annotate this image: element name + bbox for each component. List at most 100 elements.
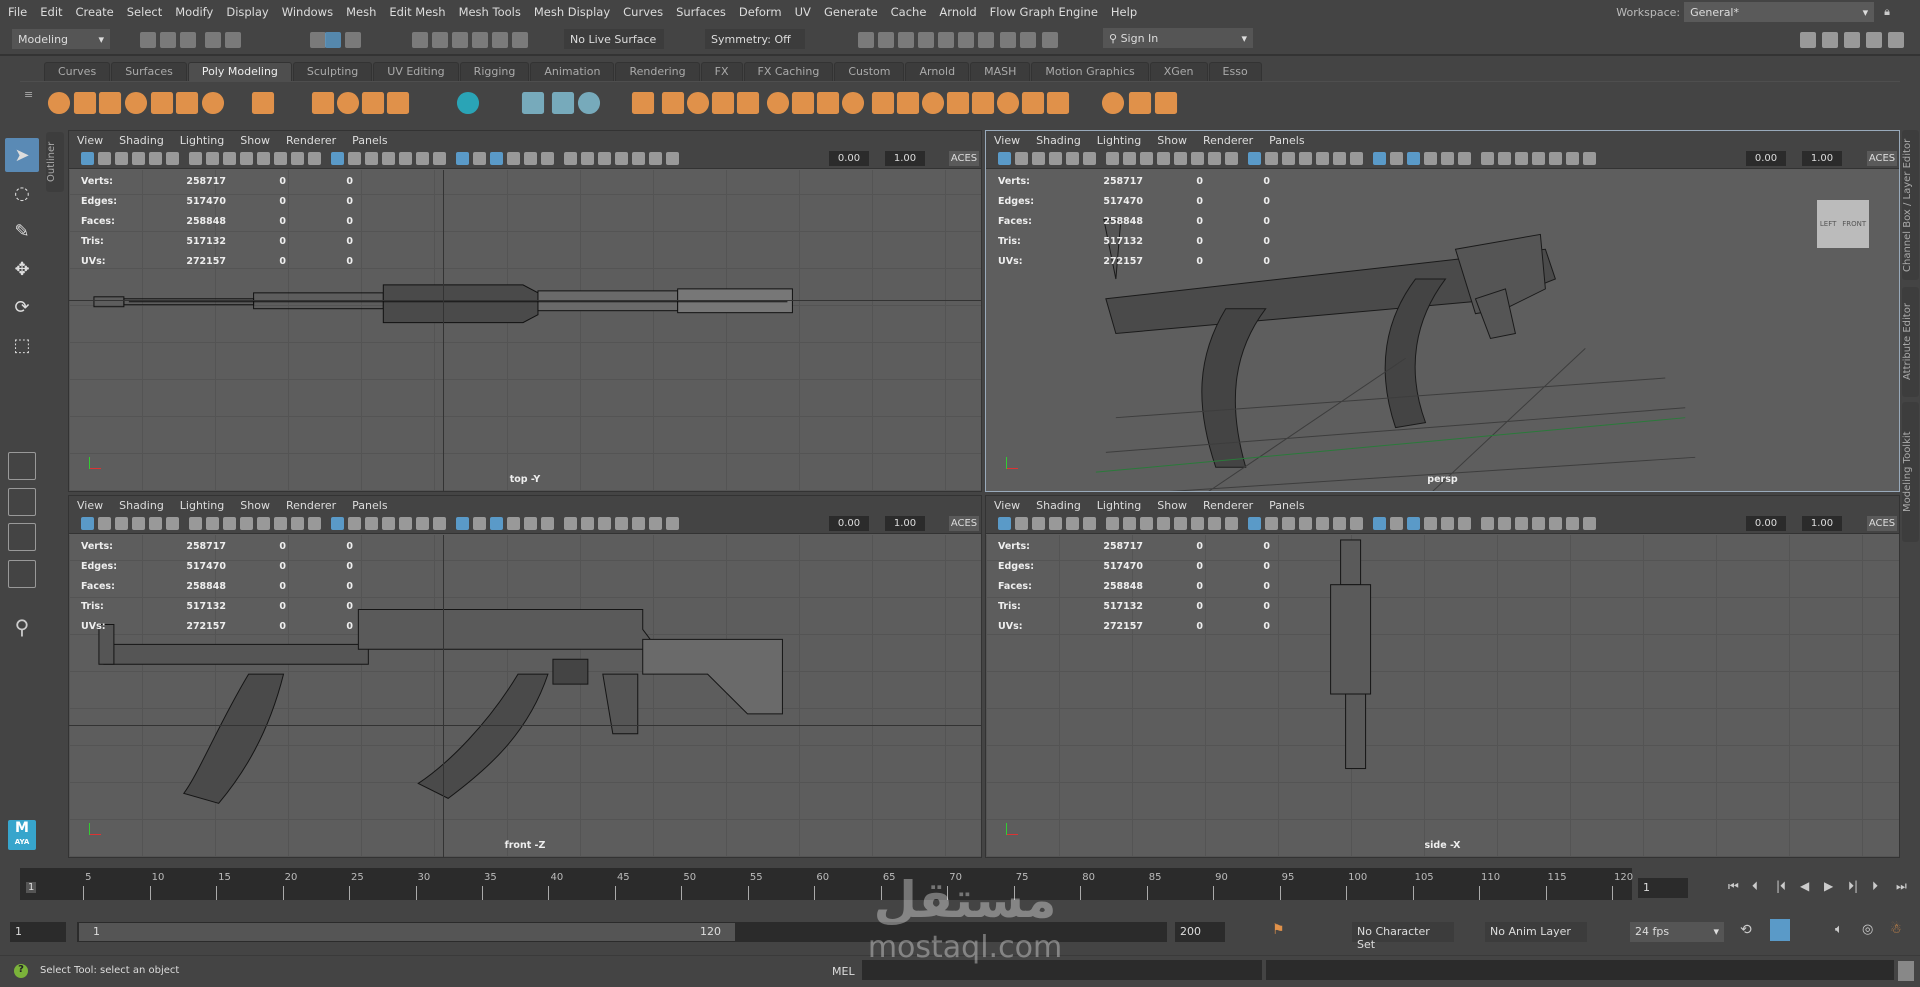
colorspace-button[interactable]: ACES: [1867, 516, 1897, 531]
panel-tool-icon[interactable]: [1106, 152, 1119, 165]
panel-tool-icon[interactable]: [1015, 152, 1028, 165]
panel-tool-icon[interactable]: [1225, 517, 1238, 530]
panel-tool-icon[interactable]: [1140, 517, 1153, 530]
panel-tool-icon[interactable]: [206, 517, 219, 530]
status-tool-icon[interactable]: [918, 32, 934, 48]
panel-tool-icon[interactable]: [291, 152, 304, 165]
type-grid-icon[interactable]: [456, 91, 480, 115]
panel-tool-icon[interactable]: [1498, 152, 1511, 165]
exposure-field[interactable]: 0.00: [1746, 516, 1786, 531]
panel-menu-renderer[interactable]: Renderer: [1203, 499, 1253, 512]
panel-menu-lighting[interactable]: Lighting: [180, 499, 224, 512]
boolean-icon[interactable]: [711, 91, 735, 115]
status-tool-icon[interactable]: [878, 32, 894, 48]
shelf-tab-arnold[interactable]: Arnold: [905, 62, 970, 81]
panel-tool-icon[interactable]: [1248, 152, 1261, 165]
anim-layer-dropdown[interactable]: No Anim Layer: [1485, 922, 1587, 942]
panel-tool-icon[interactable]: [1066, 517, 1079, 530]
human-ik-icon[interactable]: [1822, 32, 1838, 48]
status-tool-icon[interactable]: [978, 32, 994, 48]
panel-menu-shading[interactable]: Shading: [119, 499, 164, 512]
menu-edit[interactable]: Edit: [40, 5, 62, 19]
range-slider-handle[interactable]: 1 120: [79, 923, 735, 941]
menu-edit-mesh[interactable]: Edit Mesh: [389, 5, 445, 19]
move-tool[interactable]: ✥: [5, 252, 39, 286]
insert-loop-icon[interactable]: [1046, 91, 1070, 115]
panel-tool-icon[interactable]: [1174, 152, 1187, 165]
exposure-field[interactable]: 0.00: [1746, 151, 1786, 166]
panel-tool-icon[interactable]: [598, 517, 611, 530]
super-shape-icon[interactable]: [311, 91, 335, 115]
viewport-canvas[interactable]: Verts: 258717 0 0 Edges: 517470 0 0 Faces: 258848…: [986, 535, 1899, 857]
four-pane-button[interactable]: [8, 488, 36, 516]
panel-tool-icon[interactable]: [507, 152, 520, 165]
menu-cache[interactable]: Cache: [891, 5, 927, 19]
panel-tool-icon[interactable]: [1123, 517, 1136, 530]
status-tool-icon[interactable]: [432, 32, 448, 48]
panel-menu-shading[interactable]: Shading: [1036, 134, 1081, 147]
panel-menu-view[interactable]: View: [994, 134, 1020, 147]
panel-tool-icon[interactable]: [1407, 517, 1420, 530]
character-set-dropdown[interactable]: No Character Set: [1352, 922, 1454, 951]
tab-channel-box-layer-editor[interactable]: Channel Box / Layer Editor: [1902, 130, 1919, 280]
search-icon[interactable]: ⚲: [5, 610, 39, 644]
panel-menu-show[interactable]: Show: [240, 134, 270, 147]
panel-tool-icon[interactable]: [98, 152, 111, 165]
panel-tool-icon[interactable]: [615, 152, 628, 165]
panel-tool-icon[interactable]: [541, 152, 554, 165]
panel-tool-icon[interactable]: [1157, 517, 1170, 530]
status-tool-icon[interactable]: [1020, 32, 1036, 48]
shelf-tab-mash[interactable]: MASH: [970, 62, 1031, 81]
status-tool-icon[interactable]: [1042, 32, 1058, 48]
status-tool-icon[interactable]: [938, 32, 954, 48]
panel-tool-icon[interactable]: [1424, 152, 1437, 165]
status-tool-icon[interactable]: [492, 32, 508, 48]
panel-tool-icon[interactable]: [1390, 517, 1403, 530]
step-back-frame-icon[interactable]: |⏴: [1776, 879, 1790, 893]
panel-tool-icon[interactable]: [1458, 152, 1471, 165]
cube-icon[interactable]: [73, 91, 97, 115]
mirror-icon[interactable]: [521, 91, 545, 115]
panel-tool-icon[interactable]: [81, 152, 94, 165]
panel-tool-icon[interactable]: [473, 152, 486, 165]
loop-icon[interactable]: ⟲: [1740, 922, 1752, 938]
panel-tool-icon[interactable]: [149, 152, 162, 165]
shelf-tab-rendering[interactable]: Rendering: [615, 62, 700, 81]
gamma-field[interactable]: 1.00: [1802, 516, 1842, 531]
animation-prefs-icon[interactable]: ◎: [1862, 922, 1873, 937]
shelf-tab-xgen[interactable]: XGen: [1149, 62, 1208, 81]
text-icon[interactable]: [361, 91, 385, 115]
sphere-icon[interactable]: [47, 91, 71, 115]
panel-tool-icon[interactable]: [1424, 517, 1437, 530]
status-tool-icon[interactable]: [310, 32, 326, 48]
panel-tool-icon[interactable]: [1032, 152, 1045, 165]
shelf-tab-motion-graphics[interactable]: Motion Graphics: [1031, 62, 1149, 81]
panel-tool-icon[interactable]: [433, 517, 446, 530]
menu-curves[interactable]: Curves: [623, 5, 663, 19]
panel-tool-icon[interactable]: [1481, 152, 1494, 165]
lasso-tool[interactable]: ◌: [5, 176, 39, 210]
panel-tool-icon[interactable]: [365, 517, 378, 530]
panel-tool-icon[interactable]: [166, 152, 179, 165]
step-back-key-icon[interactable]: ⏴: [1752, 879, 1766, 893]
status-tool-icon[interactable]: [512, 32, 528, 48]
panel-tool-icon[interactable]: [166, 517, 179, 530]
start-frame-field[interactable]: 1: [10, 922, 66, 942]
panel-menu-show[interactable]: Show: [1157, 134, 1187, 147]
panel-tool-icon[interactable]: [149, 517, 162, 530]
disc-icon[interactable]: [201, 91, 225, 115]
panel-tool-icon[interactable]: [1390, 152, 1403, 165]
panel-tool-icon[interactable]: [1532, 152, 1545, 165]
status-tool-icon[interactable]: [140, 32, 156, 48]
panel-tool-icon[interactable]: [473, 517, 486, 530]
cylinder-icon[interactable]: [98, 91, 122, 115]
panel-tool-icon[interactable]: [666, 152, 679, 165]
viewport-canvas[interactable]: Verts: 258717 0 0 Edges: 517470 0 0 Faces: 258848…: [69, 170, 981, 491]
panel-menu-renderer[interactable]: Renderer: [286, 134, 336, 147]
shelf-tab-rigging[interactable]: Rigging: [459, 62, 530, 81]
end-frame-field[interactable]: 200: [1175, 922, 1225, 942]
menu-display[interactable]: Display: [226, 5, 268, 19]
character-icon[interactable]: ☃: [1890, 922, 1902, 937]
menu-create[interactable]: Create: [76, 5, 114, 19]
panel-tool-icon[interactable]: [1282, 152, 1295, 165]
